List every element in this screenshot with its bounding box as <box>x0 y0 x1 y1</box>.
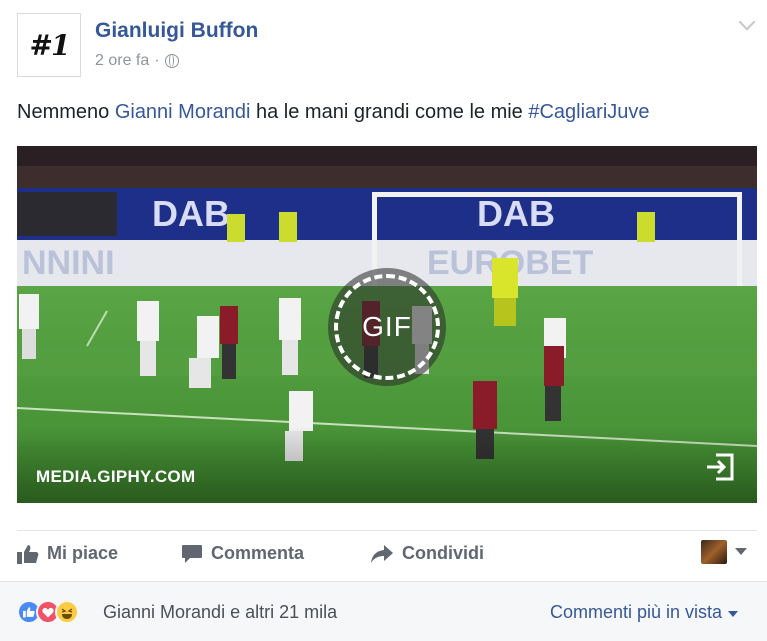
mention-link[interactable]: Gianni Morandi <box>115 101 251 123</box>
meta-separator: · <box>154 52 160 69</box>
viewer-avatar[interactable] <box>701 540 727 564</box>
author-name[interactable]: Gianluigi Buffon <box>95 19 258 43</box>
like-button[interactable]: Mi piace <box>17 543 118 564</box>
share-label: Condividi <box>402 543 484 563</box>
action-divider <box>17 530 757 531</box>
text-middle: ha le mani grandi come le mie <box>250 101 529 123</box>
globe-icon[interactable] <box>164 54 179 68</box>
caret-down-icon[interactable] <box>735 548 747 555</box>
comment-label: Commenta <box>211 543 305 563</box>
reaction-icons[interactable] <box>17 600 79 624</box>
gif-play-button[interactable]: GIF <box>328 268 446 386</box>
hashtag-link[interactable]: #CagliariJuve <box>528 101 649 123</box>
sort-caret-icon <box>728 610 739 617</box>
chevron-down-icon[interactable] <box>738 13 756 31</box>
share-button[interactable]: Condividi <box>370 543 484 564</box>
sort-label: Commenti più in vista <box>550 602 723 622</box>
comment-icon <box>182 544 202 563</box>
avatar-logo-text: #1 <box>29 28 71 62</box>
haha-reaction-icon <box>55 600 79 624</box>
text-prefix: Nemmeno <box>17 101 115 123</box>
gif-ring <box>334 274 440 380</box>
comment-button[interactable]: Commenta <box>181 543 304 564</box>
post-timestamp[interactable]: 2 ore fa <box>95 52 149 70</box>
post-meta: 2 ore fa · <box>95 52 179 70</box>
banner-text-right: DAB <box>477 193 555 234</box>
open-external-icon[interactable] <box>704 451 736 483</box>
thumbs-up-icon <box>17 544 39 564</box>
comment-sort-dropdown[interactable]: Commenti più in vista <box>550 602 739 623</box>
board-text-left: NNINI <box>22 244 115 282</box>
banner-text-left: DAB <box>152 193 230 234</box>
media-source[interactable]: MEDIA.GIPHY.COM <box>36 467 195 487</box>
share-arrow-icon <box>371 544 393 563</box>
page-avatar[interactable]: #1 <box>17 13 81 77</box>
like-label: Mi piace <box>47 543 119 563</box>
post-text: Nemmeno Gianni Morandi ha le mani grandi… <box>17 101 650 124</box>
reactions-summary[interactable]: Gianni Morandi e altri 21 mila <box>103 602 337 623</box>
